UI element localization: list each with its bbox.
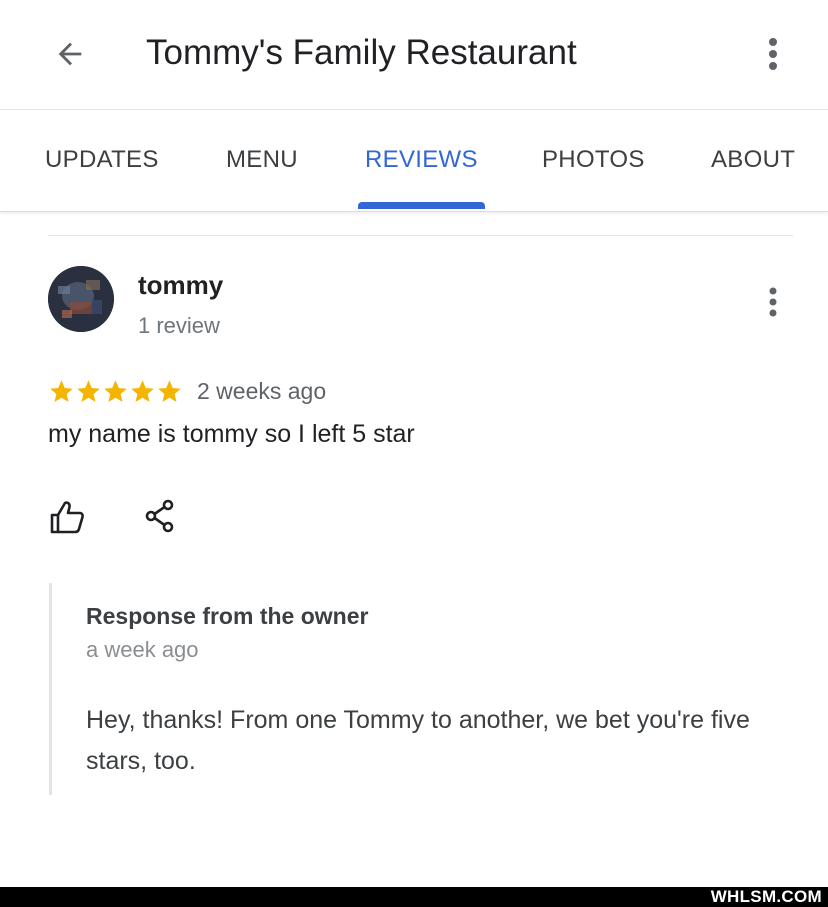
tab-photos[interactable]: PHOTOS [542, 146, 645, 174]
avatar[interactable] [48, 266, 114, 332]
page-title: Tommy's Family Restaurant [146, 33, 577, 72]
tab-updates[interactable]: UPDATES [45, 146, 159, 174]
active-tab-indicator [358, 202, 485, 209]
watermark: WHLSM.COM [710, 887, 822, 906]
reviewer-review-count: 1 review [138, 313, 220, 338]
star-icon [158, 380, 181, 402]
review-text: my name is tommy so I left 5 star [48, 420, 415, 448]
more-vert-icon [769, 38, 777, 70]
thumbs-up-icon [50, 501, 84, 534]
owner-response-title: Response from the owner [86, 603, 369, 629]
more-options-button[interactable] [758, 34, 788, 74]
star-rating [48, 378, 183, 405]
tab-menu[interactable]: MENU [226, 146, 298, 174]
owner-response-date: a week ago [86, 637, 199, 662]
owner-response-text: Hey, thanks! From one Tommy to another, … [86, 706, 750, 775]
arrow-left-icon [58, 42, 82, 66]
section-divider [48, 235, 793, 236]
tab-about[interactable]: ABOUT [711, 146, 795, 174]
star-icon [50, 380, 73, 402]
star-icon [77, 380, 100, 402]
star-icon [131, 380, 154, 402]
avatar-image [48, 266, 114, 332]
tab-reviews[interactable]: REVIEWS [365, 146, 478, 174]
share-icon [145, 499, 174, 533]
like-button[interactable] [48, 498, 86, 536]
star-icon [104, 380, 127, 402]
tab-bar: UPDATES MENU REVIEWS PHOTOS ABOUT [0, 110, 828, 212]
more-vert-icon [769, 287, 777, 317]
app-bar: Tommy's Family Restaurant [0, 0, 828, 110]
reviewer-name[interactable]: tommy [138, 270, 223, 301]
review-rating-row: 2 weeks ago [48, 378, 326, 405]
review-date: 2 weeks ago [197, 378, 327, 404]
owner-response-indent-bar [49, 583, 52, 795]
watermark-bar: WHLSM.COM [0, 887, 828, 907]
share-button[interactable] [144, 498, 176, 534]
review-more-options-button[interactable] [760, 284, 786, 320]
back-button[interactable] [50, 34, 90, 74]
